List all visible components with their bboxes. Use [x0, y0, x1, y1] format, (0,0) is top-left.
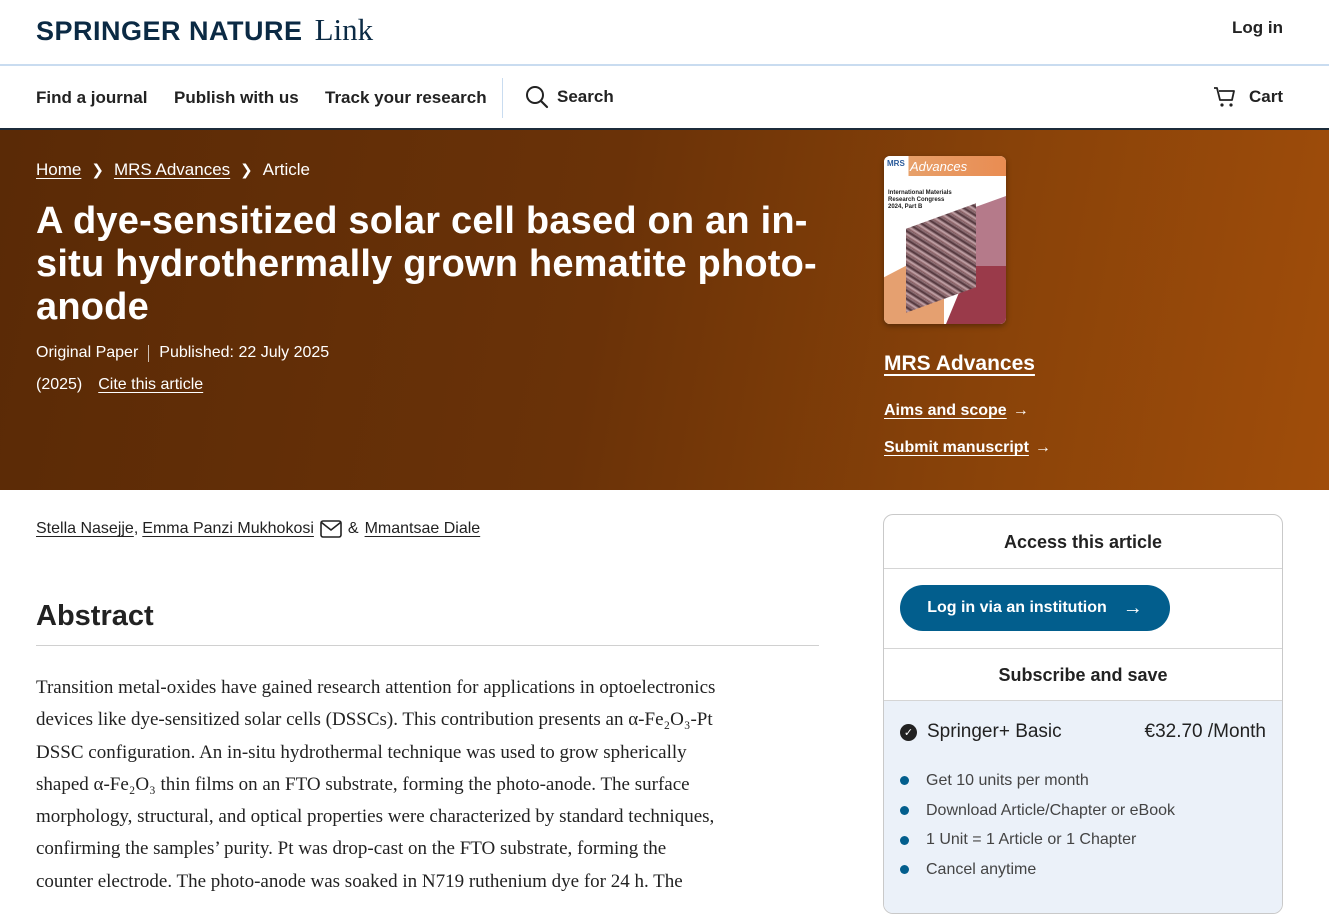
article-meta: Original Paper Published: 22 July 2025 — [36, 344, 329, 362]
article-hero: Home ❯ MRS Advances ❯ Article A dye-sens… — [0, 130, 1329, 490]
author-separator: , — [133, 520, 139, 537]
plan-title: ✓ Springer+ Basic — [900, 721, 1062, 743]
author-link[interactable]: Stella Nasejje — [36, 520, 134, 538]
breadcrumb-home[interactable]: Home — [36, 160, 81, 180]
logo-brand: SPRINGER NATURE — [36, 16, 303, 46]
institution-login-button[interactable]: Log in via an institution → — [900, 585, 1170, 631]
top-bar: SPRINGER NATURE Link Log in — [0, 0, 1329, 66]
abstract-line: DSSC configuration. An in-situ hydrother… — [36, 741, 687, 763]
publish-date: Published: 22 July 2025 — [159, 344, 330, 361]
nav-find-journal[interactable]: Find a journal — [36, 88, 147, 108]
bullet-icon — [900, 806, 909, 816]
cart-button[interactable]: Cart — [1213, 85, 1283, 109]
journal-name-link[interactable]: MRS Advances — [884, 352, 1035, 376]
subscription-plan[interactable]: ✓ Springer+ Basic €32.70 /Month Get 10 u… — [884, 701, 1282, 913]
bullet-icon — [900, 865, 909, 875]
abstract-line: shaped α-Fe₂O₃ thin films on an FTO subs… — [36, 773, 690, 795]
institution-login-label: Log in via an institution — [927, 599, 1107, 616]
cart-label: Cart — [1248, 87, 1283, 106]
article-year: (2025) — [36, 376, 83, 393]
chevron-right-icon: ❯ — [240, 162, 253, 179]
nav-track-research[interactable]: Track your research — [325, 88, 487, 108]
plan-feature: Download Article/Chapter or eBook — [900, 796, 1175, 826]
logo-suffix: Link — [314, 12, 374, 47]
plan-feature: Cancel anytime — [900, 855, 1175, 885]
arrow-right-icon: → — [1012, 402, 1029, 419]
author-ampersand: & — [347, 520, 359, 537]
article-citation-row: (2025) Cite this article — [36, 376, 203, 394]
abstract-line: counter electrode. The photo-anode was s… — [36, 870, 683, 892]
access-heading: Access this article — [884, 515, 1282, 569]
abstract-line: devices like dye-sensitized solar cells … — [36, 709, 713, 731]
abstract-line: confirming the samples’ purity. Pt was d… — [36, 838, 667, 860]
breadcrumb-current: Article — [262, 160, 310, 179]
plan-price: €32.70 /Month — [1144, 721, 1266, 742]
nav-divider — [502, 78, 503, 118]
author-link[interactable]: Mmantsae Diale — [365, 520, 481, 538]
abstract-heading: Abstract — [36, 600, 154, 632]
search-button[interactable]: Search — [525, 85, 614, 109]
author-link[interactable]: Emma Panzi Mukhokosi — [142, 520, 314, 538]
bullet-icon — [900, 776, 909, 786]
cite-article-link[interactable]: Cite this article — [98, 376, 203, 394]
plan-feature-text: Cancel anytime — [926, 860, 1037, 878]
author-list: Stella Nasejje , Emma Panzi Mukhokosi & … — [36, 520, 480, 538]
springer-nature-link-logo[interactable]: SPRINGER NATURE Link — [36, 12, 373, 48]
bullet-icon — [900, 835, 909, 845]
arrow-right-icon: → — [1034, 439, 1051, 456]
aims-scope-link[interactable]: Aims and scope → — [884, 402, 1029, 420]
abstract-divider — [36, 645, 819, 646]
plan-feature-text: Get 10 units per month — [926, 771, 1089, 789]
submit-manuscript-link[interactable]: Submit manuscript → — [884, 439, 1051, 457]
cover-text: International Materials Research Congres… — [888, 190, 952, 210]
cover-title: Advances — [910, 159, 968, 174]
login-link[interactable]: Log in — [1232, 18, 1283, 38]
access-article-panel: Access this article Log in via an instit… — [883, 514, 1283, 914]
mail-icon[interactable] — [320, 520, 342, 538]
journal-cover[interactable]: MRS Advances International Materials Res… — [884, 156, 1006, 324]
check-circle-icon: ✓ — [900, 723, 917, 741]
plan-features: Get 10 units per month Download Article/… — [900, 766, 1175, 885]
plan-feature-text: Download Article/Chapter or eBook — [926, 801, 1176, 819]
article-title: A dye-sensitized solar cell based on an … — [36, 200, 817, 328]
cart-icon — [1213, 87, 1235, 107]
breadcrumb: Home ❯ MRS Advances ❯ Article — [36, 160, 310, 180]
aims-scope-label: Aims and scope — [884, 402, 1007, 419]
search-label: Search — [557, 87, 614, 106]
institution-login-row: Log in via an institution → — [884, 569, 1282, 649]
article-type: Original Paper — [36, 344, 139, 361]
submit-manuscript-label: Submit manuscript — [884, 439, 1029, 456]
cover-brand: MRS — [887, 159, 905, 168]
arrow-right-icon: → — [1122, 596, 1143, 619]
meta-divider — [148, 344, 150, 362]
nav-publish-with-us[interactable]: Publish with us — [174, 88, 299, 108]
subscribe-heading: Subscribe and save — [884, 649, 1282, 701]
breadcrumb-journal[interactable]: MRS Advances — [114, 160, 230, 180]
search-icon — [526, 86, 549, 109]
abstract-line: Transition metal-oxides have gained rese… — [36, 677, 716, 698]
abstract-text: Transition metal-oxides have gained rese… — [36, 672, 826, 898]
abstract-line: morphology, structural, and optical prop… — [36, 806, 715, 828]
plan-name: Springer+ Basic — [927, 721, 1062, 742]
plan-feature-text: 1 Unit = 1 Article or 1 Chapter — [926, 831, 1137, 849]
chevron-right-icon: ❯ — [91, 162, 104, 179]
plan-feature: Get 10 units per month — [900, 766, 1175, 796]
plan-feature: 1 Unit = 1 Article or 1 Chapter — [900, 825, 1175, 855]
main-nav: Find a journal Publish with us Track you… — [0, 66, 1329, 130]
